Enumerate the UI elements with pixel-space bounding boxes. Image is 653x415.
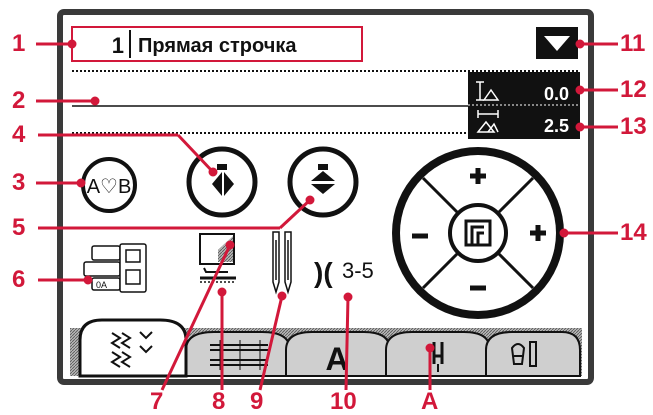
callout-7: 7	[150, 388, 164, 415]
mirror-end-button[interactable]	[287, 146, 359, 218]
a-heart-b-icon: A♡B	[87, 176, 132, 198]
callout-11: 11	[620, 30, 646, 57]
callout-2: 2	[12, 87, 26, 114]
settings-tab[interactable]	[485, 331, 581, 377]
svg-text:)(: )(	[314, 257, 333, 288]
needle-count-value: 3-5	[342, 258, 374, 283]
callout-6: 6	[12, 266, 26, 293]
stitch-programs-tab[interactable]	[78, 318, 188, 378]
stitch-settings-box[interactable]: 0.0 2.5	[468, 72, 580, 139]
svg-text:0A: 0A	[96, 280, 107, 290]
stitch-name: Прямая строчка	[138, 35, 297, 57]
presser-foot-indicator: 0A	[83, 243, 147, 293]
stitch-length-value: 2.5	[544, 116, 569, 136]
callout-9: 9	[250, 388, 264, 415]
stitch-positioner[interactable]	[392, 147, 564, 319]
callout-10: 10	[330, 388, 357, 415]
callout-a: A	[421, 388, 439, 415]
callout-13: 13	[620, 113, 647, 140]
sequence-tab[interactable]	[185, 331, 291, 377]
sewing-machine-screen: 1 Прямая строчка 0.0 2.5 A♡B 0A)(3-5 A	[36, 9, 618, 391]
callout-5: 5	[12, 214, 26, 241]
callout-14: 14	[620, 219, 647, 246]
stitch-number: 1	[112, 33, 124, 58]
monogram-button[interactable]: A♡B	[81, 157, 137, 213]
callout-3: 3	[12, 169, 26, 196]
stitch-width-value: 0.0	[544, 84, 569, 104]
callout-8: 8	[212, 388, 226, 415]
callout-1: 1	[12, 30, 26, 57]
callout-12: 12	[620, 76, 647, 103]
tab-bar: A	[70, 318, 582, 378]
callout-4: 4	[12, 121, 26, 148]
